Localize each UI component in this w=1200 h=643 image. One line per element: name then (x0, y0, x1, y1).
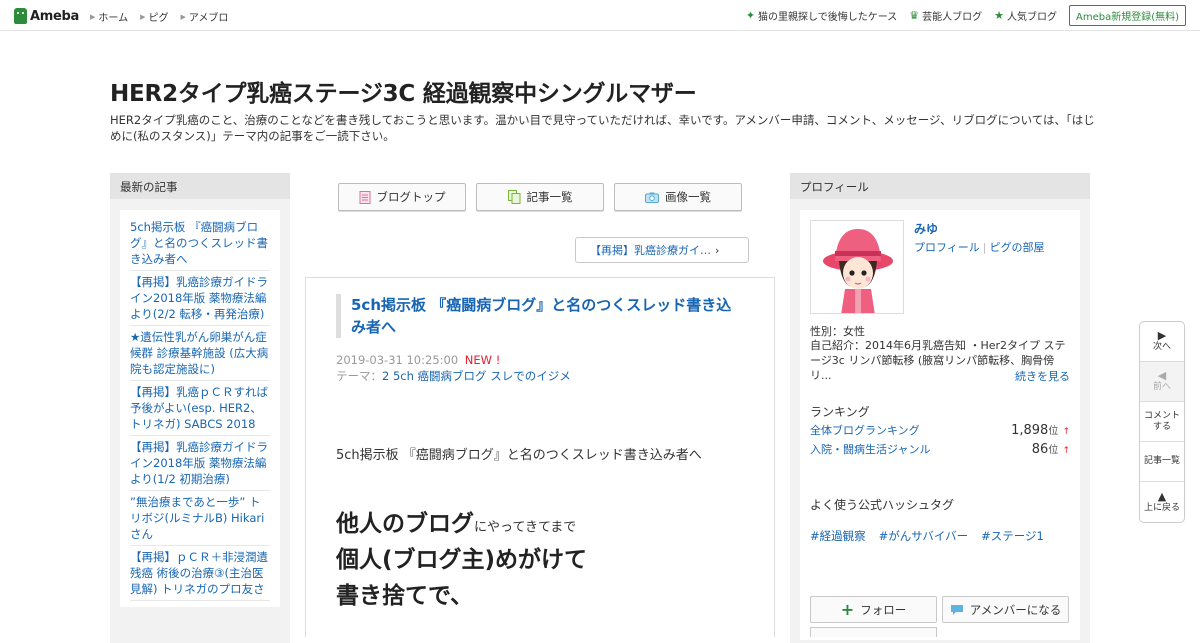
crown-icon: ♛ (909, 9, 920, 22)
copy-icon (507, 190, 520, 204)
extra-button-partial[interactable] (810, 627, 937, 637)
ranking-label[interactable]: 全体ブログランキング (810, 422, 920, 438)
ranking-label[interactable]: 入院・闘病生活ジャンル (810, 441, 930, 457)
article-body-line: 5ch掲示板 『癌闘病ブログ』と名のつくスレッド書き込み者へ (336, 448, 702, 463)
recent-entry[interactable]: 【再掲】乳癌診療ガイドライン2018年版 薬物療法編より(2/2 転移・再発治療… (130, 271, 270, 326)
ranking-row-genre: 入院・闘病生活ジャンル 86位 ↑ (810, 441, 1070, 457)
hashtag[interactable]: #ステージ1 (981, 528, 1044, 544)
triangle-up-icon: ▲ (1157, 489, 1167, 503)
trend-up-icon: ↑ (1062, 446, 1070, 456)
article-big-line-3: 書き捨てで、 (336, 583, 474, 609)
ranking-value: 86位 ↑ (1031, 442, 1070, 457)
star-icon: ★ (994, 9, 1004, 22)
top-nav: ▶ ホーム ▶ ピグ ▶ アメブロ (90, 9, 228, 25)
blog-title[interactable]: HER2タイプ乳癌ステージ3C 経過観察中シングルマザー (110, 74, 697, 108)
floating-nav: ▶ 次へ ◀ 前へ コメントする 記事一覧 ▲ 上に戻る (1139, 321, 1185, 523)
sparkle-icon: ✦ (745, 9, 756, 22)
profile-panel: プロフィール みゆ プロフィール | ピグの部屋 性別：女性 自己紹介：2014… (790, 173, 1090, 643)
new-badge: NEW ! (464, 353, 501, 367)
play-right-icon: ▶ (1157, 329, 1167, 342)
document-icon (359, 190, 370, 204)
follow-button[interactable]: + フォロー (810, 596, 937, 623)
prev-entry-link[interactable]: 【再掲】乳癌診療ガイ… › (575, 237, 749, 263)
top-link-celebrity[interactable]: ♛ 芸能人ブログ (909, 8, 982, 23)
ameba-logo[interactable]: Ameba (14, 7, 79, 25)
chevron-right-icon: › (715, 243, 720, 257)
top-link-popular[interactable]: ★ 人気ブログ (994, 8, 1057, 23)
recent-entries-panel: 最新の記事 5ch掲示板 『癌闘病ブログ』と名のつくスレッド書き込み者へ 【再掲… (110, 173, 290, 643)
play-left-icon: ◀ (1157, 369, 1167, 382)
article: 5ch掲示板 『癌闘病ブログ』と名のつくスレッド書き込み者へ 2019-03-3… (305, 277, 775, 637)
caret-right-icon: ▶ (90, 12, 96, 21)
chat-bubble-icon (950, 604, 963, 615)
recent-entries-heading: 最新の記事 (110, 173, 290, 199)
profile-name[interactable]: みゆ (914, 220, 938, 237)
article-meta: 2019-03-31 10:25:00 NEW ! テーマ：2 5ch 癌闘病ブ… (336, 352, 571, 384)
nav-home[interactable]: ▶ ホーム (90, 9, 128, 25)
article-big-line-2: 個人(ブログ主)めがけて (336, 547, 588, 573)
article-datetime: 2019-03-31 10:25:00 (336, 353, 459, 367)
hashtag-heading: よく使う公式ハッシュタグ (810, 498, 955, 512)
blog-tabs: ブログトップ 記事一覧 画像一覧 (338, 183, 742, 211)
profile-links: プロフィール | ピグの部屋 (914, 239, 1045, 255)
avatar[interactable] (810, 220, 904, 314)
profile-actions: + フォロー アメンバーになる (810, 596, 1069, 623)
trend-up-icon: ↑ (1062, 427, 1070, 437)
theme-label: テーマ： (336, 369, 382, 383)
comment-button[interactable]: コメントする (1140, 402, 1184, 442)
hashtag[interactable]: #がんサバイバー (879, 528, 968, 544)
top-bar: Ameba ▶ ホーム ▶ ピグ ▶ アメブロ ✦ 猫の里親探しで後悔したケース ♛ 芸能… (0, 0, 1200, 31)
hashtag[interactable]: #経過観察 (810, 528, 866, 544)
recent-entry[interactable]: ★遺伝性乳がん卵巣がん症候群 診療基幹施設 (広大病院も認定施設に) (130, 326, 270, 381)
ranking-row-overall: 全体ブログランキング 1,898位 ↑ (810, 422, 1070, 438)
pigg-room-link[interactable]: ピグの部屋 (990, 241, 1045, 254)
caret-right-icon: ▶ (140, 12, 146, 21)
next-button[interactable]: ▶ 次へ (1140, 322, 1184, 362)
recent-entry[interactable]: 【再掲】乳癌診療ガイドライン2018年版 薬物療法編より(1/2 初期治療) (130, 436, 270, 491)
ranking-value: 1,898位 ↑ (1011, 423, 1070, 438)
ameba-logo-text: Ameba (30, 8, 80, 24)
nav-ameblo[interactable]: ▶ アメブロ (180, 9, 228, 25)
recent-entry[interactable]: 【再掲】ｐＣＲ＋非浸潤遺残癌 術後の治療③(主治医見解) トリネガのプロ友さ (130, 546, 270, 601)
tab-blog-top[interactable]: ブログトップ (338, 183, 466, 211)
profile-gender: 性別：女性 (810, 325, 865, 338)
theme-link[interactable]: 2 5ch 癌闘病ブログ スレでのイジメ (382, 369, 571, 383)
article-title[interactable]: 5ch掲示板 『癌闘病ブログ』と名のつくスレッド書き込み者へ (336, 294, 746, 338)
link-separator: | (982, 241, 987, 254)
blog-description: HER2タイプ乳癌のこと、治療のことなどを書き残しておこうと思います。温かい目で… (110, 113, 1095, 143)
top-link-cat[interactable]: ✦ 猫の里親探しで後悔したケース (746, 8, 897, 23)
tab-entry-list[interactable]: 記事一覧 (476, 183, 604, 211)
avatar-illustration (823, 229, 893, 313)
amember-button[interactable]: アメンバーになる (942, 596, 1069, 623)
back-to-top-button[interactable]: ▲ 上に戻る (1140, 482, 1184, 522)
recent-entry[interactable]: 【再掲】乳癌ｐＣＲすれば予後がよい(esp. HER2、トリネガ) SABCS … (130, 381, 270, 436)
profile-content: みゆ プロフィール | ピグの部屋 性別：女性 自己紹介：2014年6月乳癌告知 ・… (800, 210, 1080, 640)
hashtag-list: #経過観察 #がんサバイバー #ステージ1 (810, 528, 1044, 544)
ameba-logo-icon (14, 8, 27, 24)
ranking-heading: ランキング (810, 405, 870, 419)
plus-icon: + (840, 599, 855, 619)
recent-entries-list: 5ch掲示板 『癌闘病ブログ』と名のつくスレッド書き込み者へ 【再掲】乳癌診療ガ… (120, 210, 280, 607)
read-more-link[interactable]: 続きを見る (1015, 368, 1070, 384)
nav-pigg[interactable]: ▶ ピグ (140, 9, 168, 25)
top-links: ✦ 猫の里親探しで後悔したケース ♛ 芸能人ブログ ★ 人気ブログ Ameba新規登録… (746, 5, 1186, 26)
recent-entry[interactable]: ”無治療まであと一歩” トリボジ(ルミナルB) Hikariさん (130, 491, 270, 546)
recent-entry[interactable]: 5ch掲示板 『癌闘病ブログ』と名のつくスレッド書き込み者へ (130, 216, 270, 271)
entry-list-button[interactable]: 記事一覧 (1140, 442, 1184, 482)
prev-button[interactable]: ◀ 前へ (1140, 362, 1184, 402)
profile-link[interactable]: プロフィール (914, 241, 980, 254)
article-big-line-1: 他人のブログにやってきてまで (336, 511, 577, 537)
profile-heading: プロフィール (790, 173, 1090, 199)
tab-image-list[interactable]: 画像一覧 (614, 183, 742, 211)
caret-right-icon: ▶ (180, 12, 186, 21)
camera-icon (645, 192, 659, 203)
register-button[interactable]: Ameba新規登録(無料) (1068, 5, 1186, 26)
